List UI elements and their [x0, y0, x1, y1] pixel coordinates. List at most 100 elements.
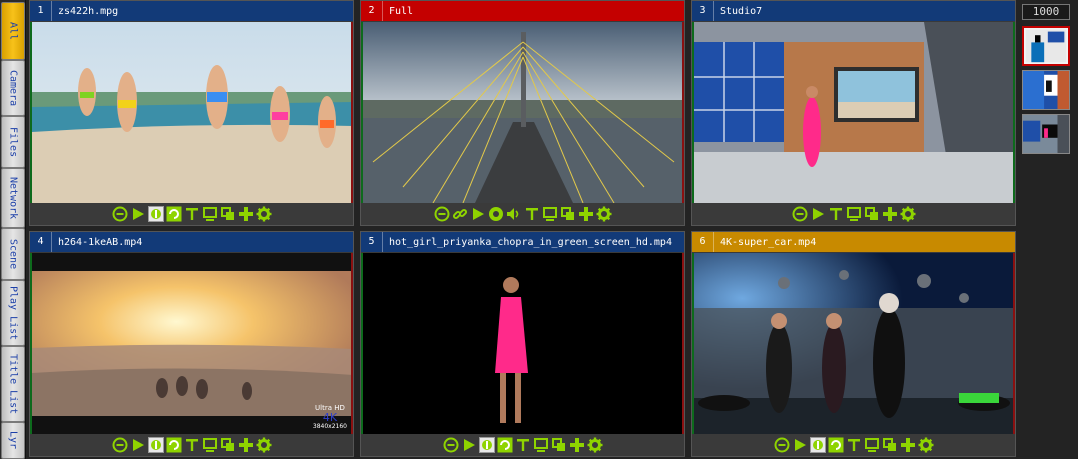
settings-icon[interactable] [256, 437, 272, 453]
counter-field[interactable]: 1000 [1022, 4, 1070, 20]
preview-panel-2[interactable]: 2 Full [360, 0, 685, 226]
panel-number: 1 [30, 1, 52, 21]
settings-icon[interactable] [587, 437, 603, 453]
play-icon[interactable] [470, 206, 486, 222]
audio-meter-right [1013, 253, 1015, 434]
video-preview-bridge [363, 22, 684, 203]
tab-files[interactable]: Files [1, 116, 25, 168]
loop-icon[interactable] [166, 206, 182, 222]
panel-header: 6 4K-super_car.mp4 [692, 232, 1015, 252]
audio-icon[interactable] [506, 206, 522, 222]
preview-panel-5[interactable]: 5 hot_girl_priyanka_chopra_in_green_scre… [360, 231, 685, 457]
tab-all[interactable]: All [1, 2, 25, 60]
text-icon[interactable] [184, 206, 200, 222]
preview-panel-1[interactable]: 1 zs422h.mpg [29, 0, 354, 226]
video-preview-keyed-person [363, 253, 684, 434]
monitor-icon[interactable] [846, 206, 862, 222]
tab-camera[interactable]: Camera [1, 60, 25, 116]
copy-icon[interactable] [220, 206, 236, 222]
copy-icon[interactable] [864, 206, 880, 222]
add-icon[interactable] [578, 206, 594, 222]
panel-controls [30, 203, 353, 225]
add-icon[interactable] [238, 206, 254, 222]
settings-icon[interactable] [918, 437, 934, 453]
layout-thumbnail-1[interactable] [1022, 26, 1070, 66]
loop-once-icon[interactable] [147, 206, 164, 222]
source-tabs: All Camera Files Network Scene Play List… [0, 0, 26, 459]
copy-icon[interactable] [882, 437, 898, 453]
loop-once-icon[interactable] [809, 437, 826, 453]
settings-icon[interactable] [596, 206, 612, 222]
monitor-icon[interactable] [542, 206, 558, 222]
preview-panel-4[interactable]: 4 h264-1keAB.mp4 Ultra HD 4K 3840x2160 [29, 231, 354, 457]
play-icon[interactable] [461, 437, 477, 453]
panel-number: 2 [361, 1, 383, 21]
stop-icon[interactable] [774, 437, 790, 453]
add-icon[interactable] [238, 437, 254, 453]
panel-number: 6 [692, 232, 714, 252]
text-icon[interactable] [828, 206, 844, 222]
stop-icon[interactable] [792, 206, 808, 222]
text-icon[interactable] [846, 437, 862, 453]
monitor-icon[interactable] [202, 206, 218, 222]
audio-meter-right [351, 253, 353, 434]
copy-icon[interactable] [220, 437, 236, 453]
text-icon[interactable] [515, 437, 531, 453]
panel-number: 3 [692, 1, 714, 21]
tab-title-list[interactable]: Title List [1, 346, 25, 422]
play-icon[interactable] [810, 206, 826, 222]
panel-controls [692, 203, 1015, 225]
panel-source-name: hot_girl_priyanka_chopra_in_green_screen… [389, 236, 672, 248]
tab-layer[interactable]: Lyr [1, 422, 25, 459]
loop-icon[interactable] [497, 437, 513, 453]
loop-once-icon[interactable] [147, 437, 164, 453]
stop-icon[interactable] [112, 206, 128, 222]
panel-source-name: Studio7 [720, 5, 763, 17]
monitor-icon[interactable] [533, 437, 549, 453]
layout-thumbnail-3[interactable] [1022, 114, 1070, 154]
settings-icon[interactable] [900, 206, 916, 222]
play-icon[interactable] [130, 437, 146, 453]
video-preview-studio [694, 22, 1015, 203]
panel-number: 5 [361, 232, 383, 252]
preview-panel-3[interactable]: 3 Studio7 [691, 0, 1016, 226]
loop-icon[interactable] [166, 437, 182, 453]
play-icon[interactable] [130, 206, 146, 222]
copy-icon[interactable] [551, 437, 567, 453]
video-preview-sunset: Ultra HD 4K 3840x2160 [32, 253, 353, 434]
video-preview-beach [32, 22, 353, 203]
text-icon[interactable] [184, 437, 200, 453]
loop-icon[interactable] [828, 437, 844, 453]
add-icon[interactable] [882, 206, 898, 222]
add-icon[interactable] [900, 437, 916, 453]
stop-icon[interactable] [443, 437, 459, 453]
loop-once-icon[interactable] [478, 437, 495, 453]
panel-number: 4 [30, 232, 52, 252]
settings-icon[interactable] [256, 206, 272, 222]
play-icon[interactable] [792, 437, 808, 453]
link-icon[interactable] [452, 206, 468, 222]
audio-meter-right [682, 253, 684, 434]
stop-icon[interactable] [434, 206, 450, 222]
panel-header: 4 h264-1keAB.mp4 [30, 232, 353, 252]
record-icon[interactable] [488, 206, 504, 222]
tab-play-list[interactable]: Play List [1, 280, 25, 346]
panel-header: 5 hot_girl_priyanka_chopra_in_green_scre… [361, 232, 684, 252]
tab-scene[interactable]: Scene [1, 228, 25, 280]
text-icon[interactable] [524, 206, 540, 222]
tab-network[interactable]: Network [1, 168, 25, 228]
preview-panel-6[interactable]: 6 4K-super_car.mp4 [691, 231, 1016, 457]
stop-icon[interactable] [112, 437, 128, 453]
audio-meter-right [351, 22, 353, 203]
monitor-icon[interactable] [202, 437, 218, 453]
panel-source-name: zs422h.mpg [58, 5, 119, 17]
monitor-icon[interactable] [864, 437, 880, 453]
panel-source-name: 4K-super_car.mp4 [720, 236, 817, 248]
panel-controls [30, 434, 353, 456]
layout-thumbnail-2[interactable] [1022, 70, 1070, 110]
panel-header: 3 Studio7 [692, 1, 1015, 21]
panel-controls [361, 203, 684, 225]
copy-icon[interactable] [560, 206, 576, 222]
video-preview-space-cars [694, 253, 1015, 434]
add-icon[interactable] [569, 437, 585, 453]
